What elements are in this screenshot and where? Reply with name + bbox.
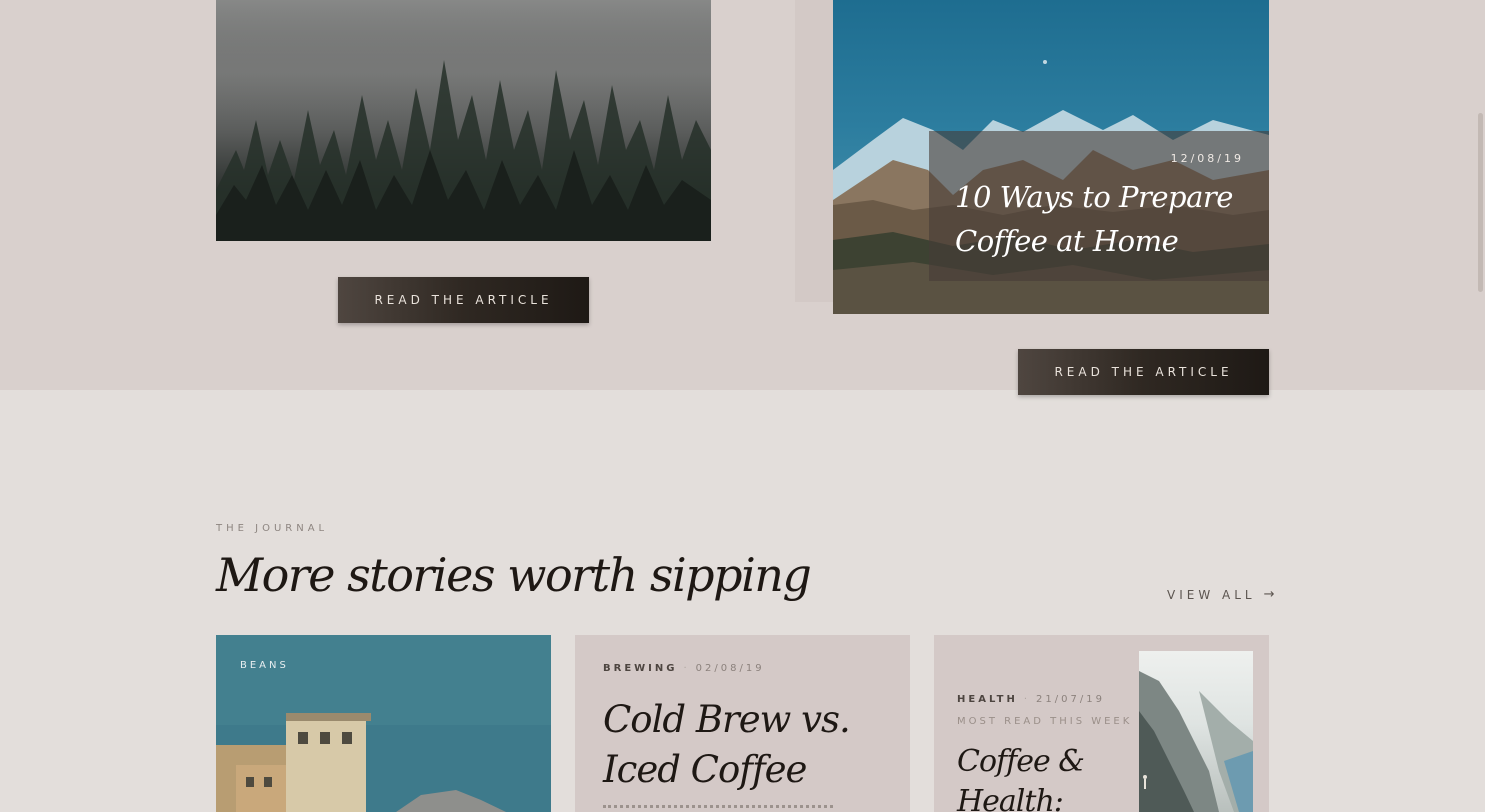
meta-separator: · [683, 663, 690, 674]
forest-article-image[interactable] [216, 0, 711, 241]
card-meta: HEALTH · 21/07/19 [957, 694, 1105, 705]
card-title[interactable]: Coffee & Health: [957, 742, 1137, 812]
card-date: 21/07/19 [1036, 694, 1105, 705]
card-category: BREWING [603, 663, 678, 674]
misty-forest-illustration [216, 0, 711, 241]
story-card-health[interactable]: HEALTH · 21/07/19 MOST READ THIS WEEK Coff… [934, 635, 1269, 812]
arrow-right-icon: → [1263, 587, 1275, 602]
story-card-beans[interactable]: BEANS [216, 635, 551, 812]
card-title[interactable]: Cold Brew vs. Iced Coffee [603, 695, 893, 795]
meta-separator: · [1023, 694, 1031, 705]
card-meta: BREWING · 02/08/19 [603, 663, 765, 674]
section-eyebrow: THE JOURNAL [216, 523, 329, 534]
section-title: More stories worth sipping [216, 548, 812, 602]
article-title[interactable]: 10 Ways to Prepare Coffee at Home [955, 175, 1255, 263]
mountain-read-article-button[interactable]: READ THE ARTICLE [1018, 349, 1269, 395]
featured-article-caption: 12/08/19 10 Ways to Prepare Coffee at Ho… [929, 131, 1269, 281]
page-scrollbar[interactable] [1478, 113, 1483, 292]
card-excerpt-placeholder [603, 805, 833, 812]
story-card-brewing[interactable]: BREWING · 02/08/19 Cold Brew vs. Iced Coff… [575, 635, 910, 812]
cliff-hiker-illustration [1139, 671, 1253, 812]
view-all-link[interactable]: VIEW ALL → [1167, 587, 1275, 602]
card-category: BEANS [240, 660, 289, 671]
most-read-badge: MOST READ THIS WEEK [957, 716, 1133, 727]
health-card-thumbnail [1139, 651, 1253, 812]
card-date: 02/08/19 [695, 663, 765, 674]
view-all-label: VIEW ALL [1167, 587, 1256, 602]
card-category: HEALTH [957, 694, 1018, 705]
forest-read-article-button[interactable]: READ THE ARTICLE [338, 277, 589, 323]
article-date: 12/08/19 [1170, 152, 1244, 165]
